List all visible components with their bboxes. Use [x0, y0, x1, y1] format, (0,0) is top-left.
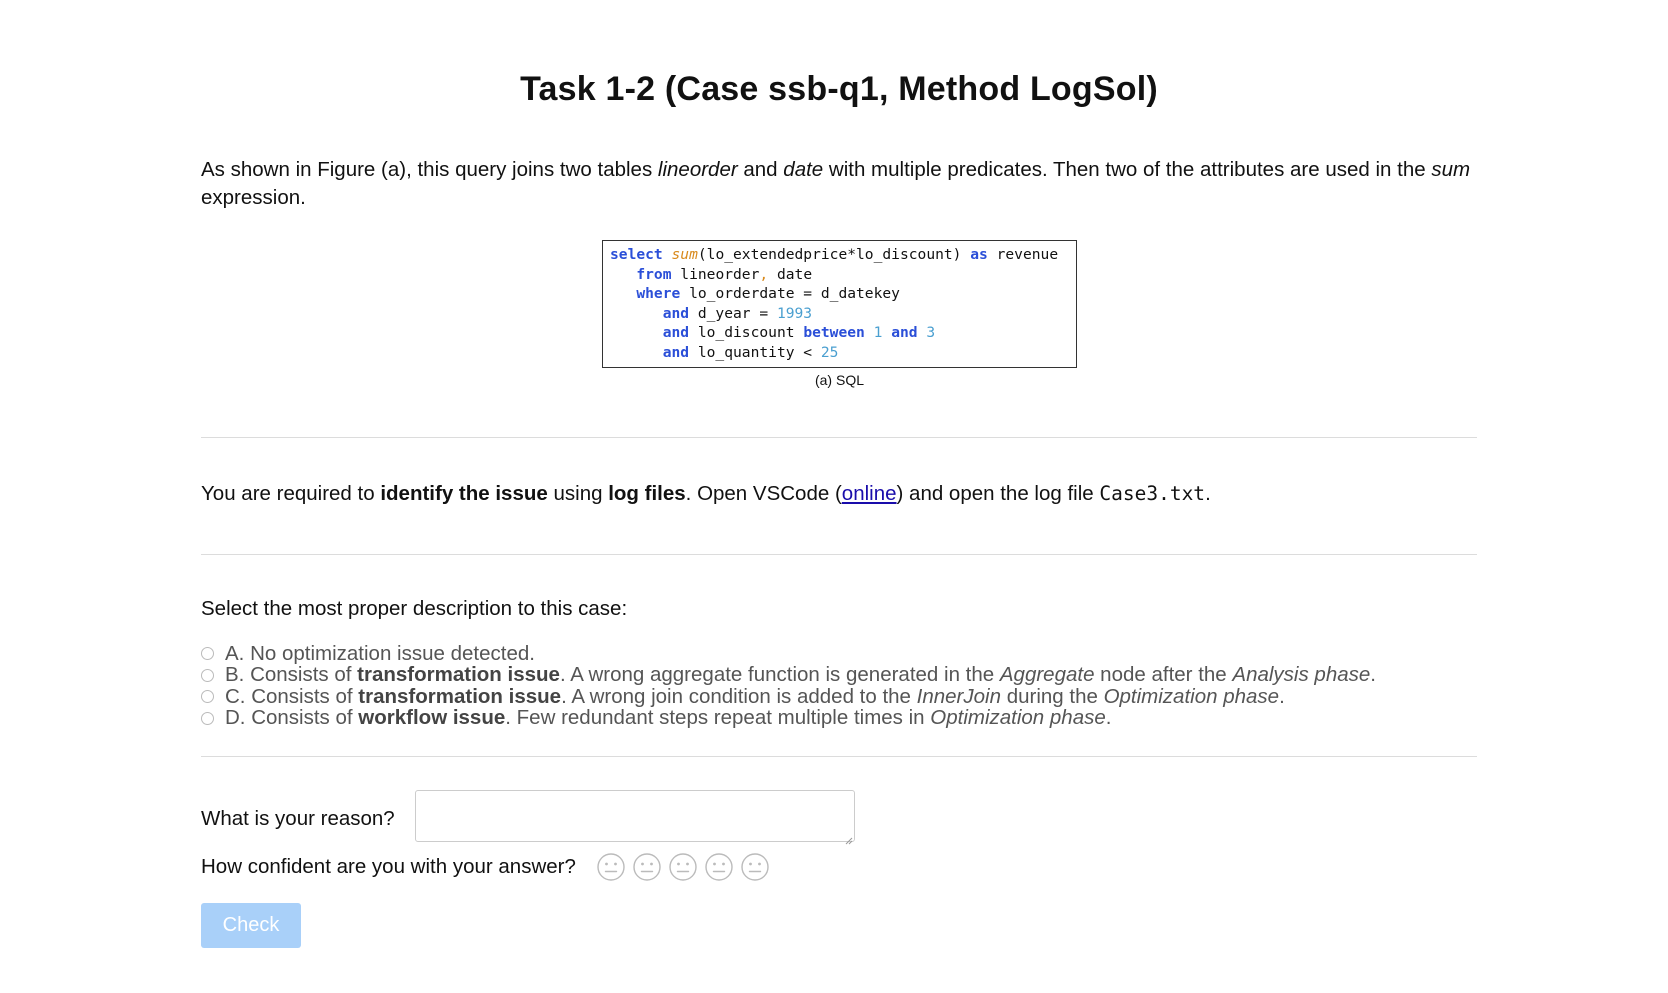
page: Task 1-2 (Case ssb-q1, Method LogSol) As… — [0, 0, 1668, 993]
instruction-bold-2: log files — [608, 482, 686, 505]
instruction-text-1: You are required to — [201, 482, 381, 505]
option-label: A. No optimization issue detected. — [225, 641, 535, 665]
online-link[interactable]: online — [842, 482, 897, 505]
option-a[interactable]: A. No optimization issue detected. — [201, 641, 1376, 665]
page-title: Task 1-2 (Case ssb-q1, Method LogSol) — [520, 70, 1158, 108]
intro-paragraph: As shown in Figure (a), this query joins… — [201, 156, 1477, 212]
confidence-label: How confident are you with your answer? — [201, 855, 576, 878]
instruction-text-2: using — [547, 482, 609, 505]
option-label: D. Consists of workflow issue. Few redun… — [225, 706, 1112, 730]
option-label: B. Consists of transformation issue. A w… — [225, 663, 1376, 687]
sql-line: select sum(lo_extendedprice*lo_discount)… — [610, 246, 1059, 263]
check-button[interactable]: Check — [201, 903, 301, 948]
instruction-text-3: . Open VSCode ( — [685, 482, 842, 505]
radio-button[interactable] — [201, 668, 214, 682]
instruction-text-4: ) and open the log file — [896, 482, 1100, 505]
divider — [201, 756, 1477, 757]
option-c[interactable]: C. Consists of transformation issue. A w… — [201, 684, 1376, 708]
option-d[interactable]: D. Consists of workflow issue. Few redun… — [201, 706, 1376, 730]
neutral-face-icon[interactable] — [632, 852, 662, 882]
instruction-text-5: . — [1205, 482, 1211, 505]
radio-button[interactable] — [201, 647, 214, 661]
figure-caption: (a) SQL — [814, 372, 864, 388]
sql-line: and lo_quantity < 25 — [662, 343, 839, 361]
sql-code-block: select sum(lo_extendedprice*lo_discount)… — [602, 240, 1077, 368]
neutral-face-icon[interactable] — [596, 852, 626, 882]
confidence-row: How confident are you with your answer? — [201, 852, 776, 882]
instruction-bold-1: identify the issue — [380, 482, 548, 505]
sql-line: and d_year = 1993 — [662, 304, 813, 322]
radio-button[interactable] — [201, 711, 214, 725]
intro-table2: date — [783, 158, 824, 181]
sql-line: where lo_orderdate = d_datekey — [636, 285, 900, 302]
neutral-face-icon[interactable] — [740, 852, 770, 882]
intro-text-3: with multiple predicates. Then two of th… — [823, 158, 1432, 181]
intro-text-1: As shown in Figure (a), this query joins… — [201, 158, 658, 181]
reason-textarea[interactable] — [414, 790, 855, 842]
divider — [201, 554, 1477, 555]
reason-row: What is your reason? — [201, 790, 855, 847]
radio-button[interactable] — [201, 690, 214, 704]
confidence-rating — [596, 852, 776, 882]
question-prompt: Select the most proper description to th… — [201, 597, 628, 620]
intro-table1: lineorder — [657, 158, 738, 181]
neutral-face-icon[interactable] — [704, 852, 734, 882]
intro-text-2: and — [737, 158, 784, 181]
instruction-paragraph: You are required to identify the issue u… — [201, 480, 1211, 508]
option-label: C. Consists of transformation issue. A w… — [225, 684, 1285, 708]
sql-line: from lineorder, date — [636, 265, 813, 283]
log-file-name: Case3.txt — [1099, 482, 1206, 505]
reason-label: What is your reason? — [201, 806, 395, 830]
divider — [201, 437, 1477, 438]
reason-field-wrapper — [414, 790, 855, 847]
neutral-face-icon[interactable] — [668, 852, 698, 882]
sql-line: and lo_discount between 1 and 3 — [662, 324, 936, 341]
intro-text-4: expression. — [201, 186, 306, 209]
sql-figure: select sum(lo_extendedprice*lo_discount)… — [602, 240, 1077, 388]
resize-grip-icon[interactable] — [845, 837, 853, 845]
intro-expr: sum — [1431, 158, 1471, 181]
answer-options: A. No optimization issue detected. B. Co… — [201, 641, 1376, 730]
option-b[interactable]: B. Consists of transformation issue. A w… — [201, 663, 1376, 687]
